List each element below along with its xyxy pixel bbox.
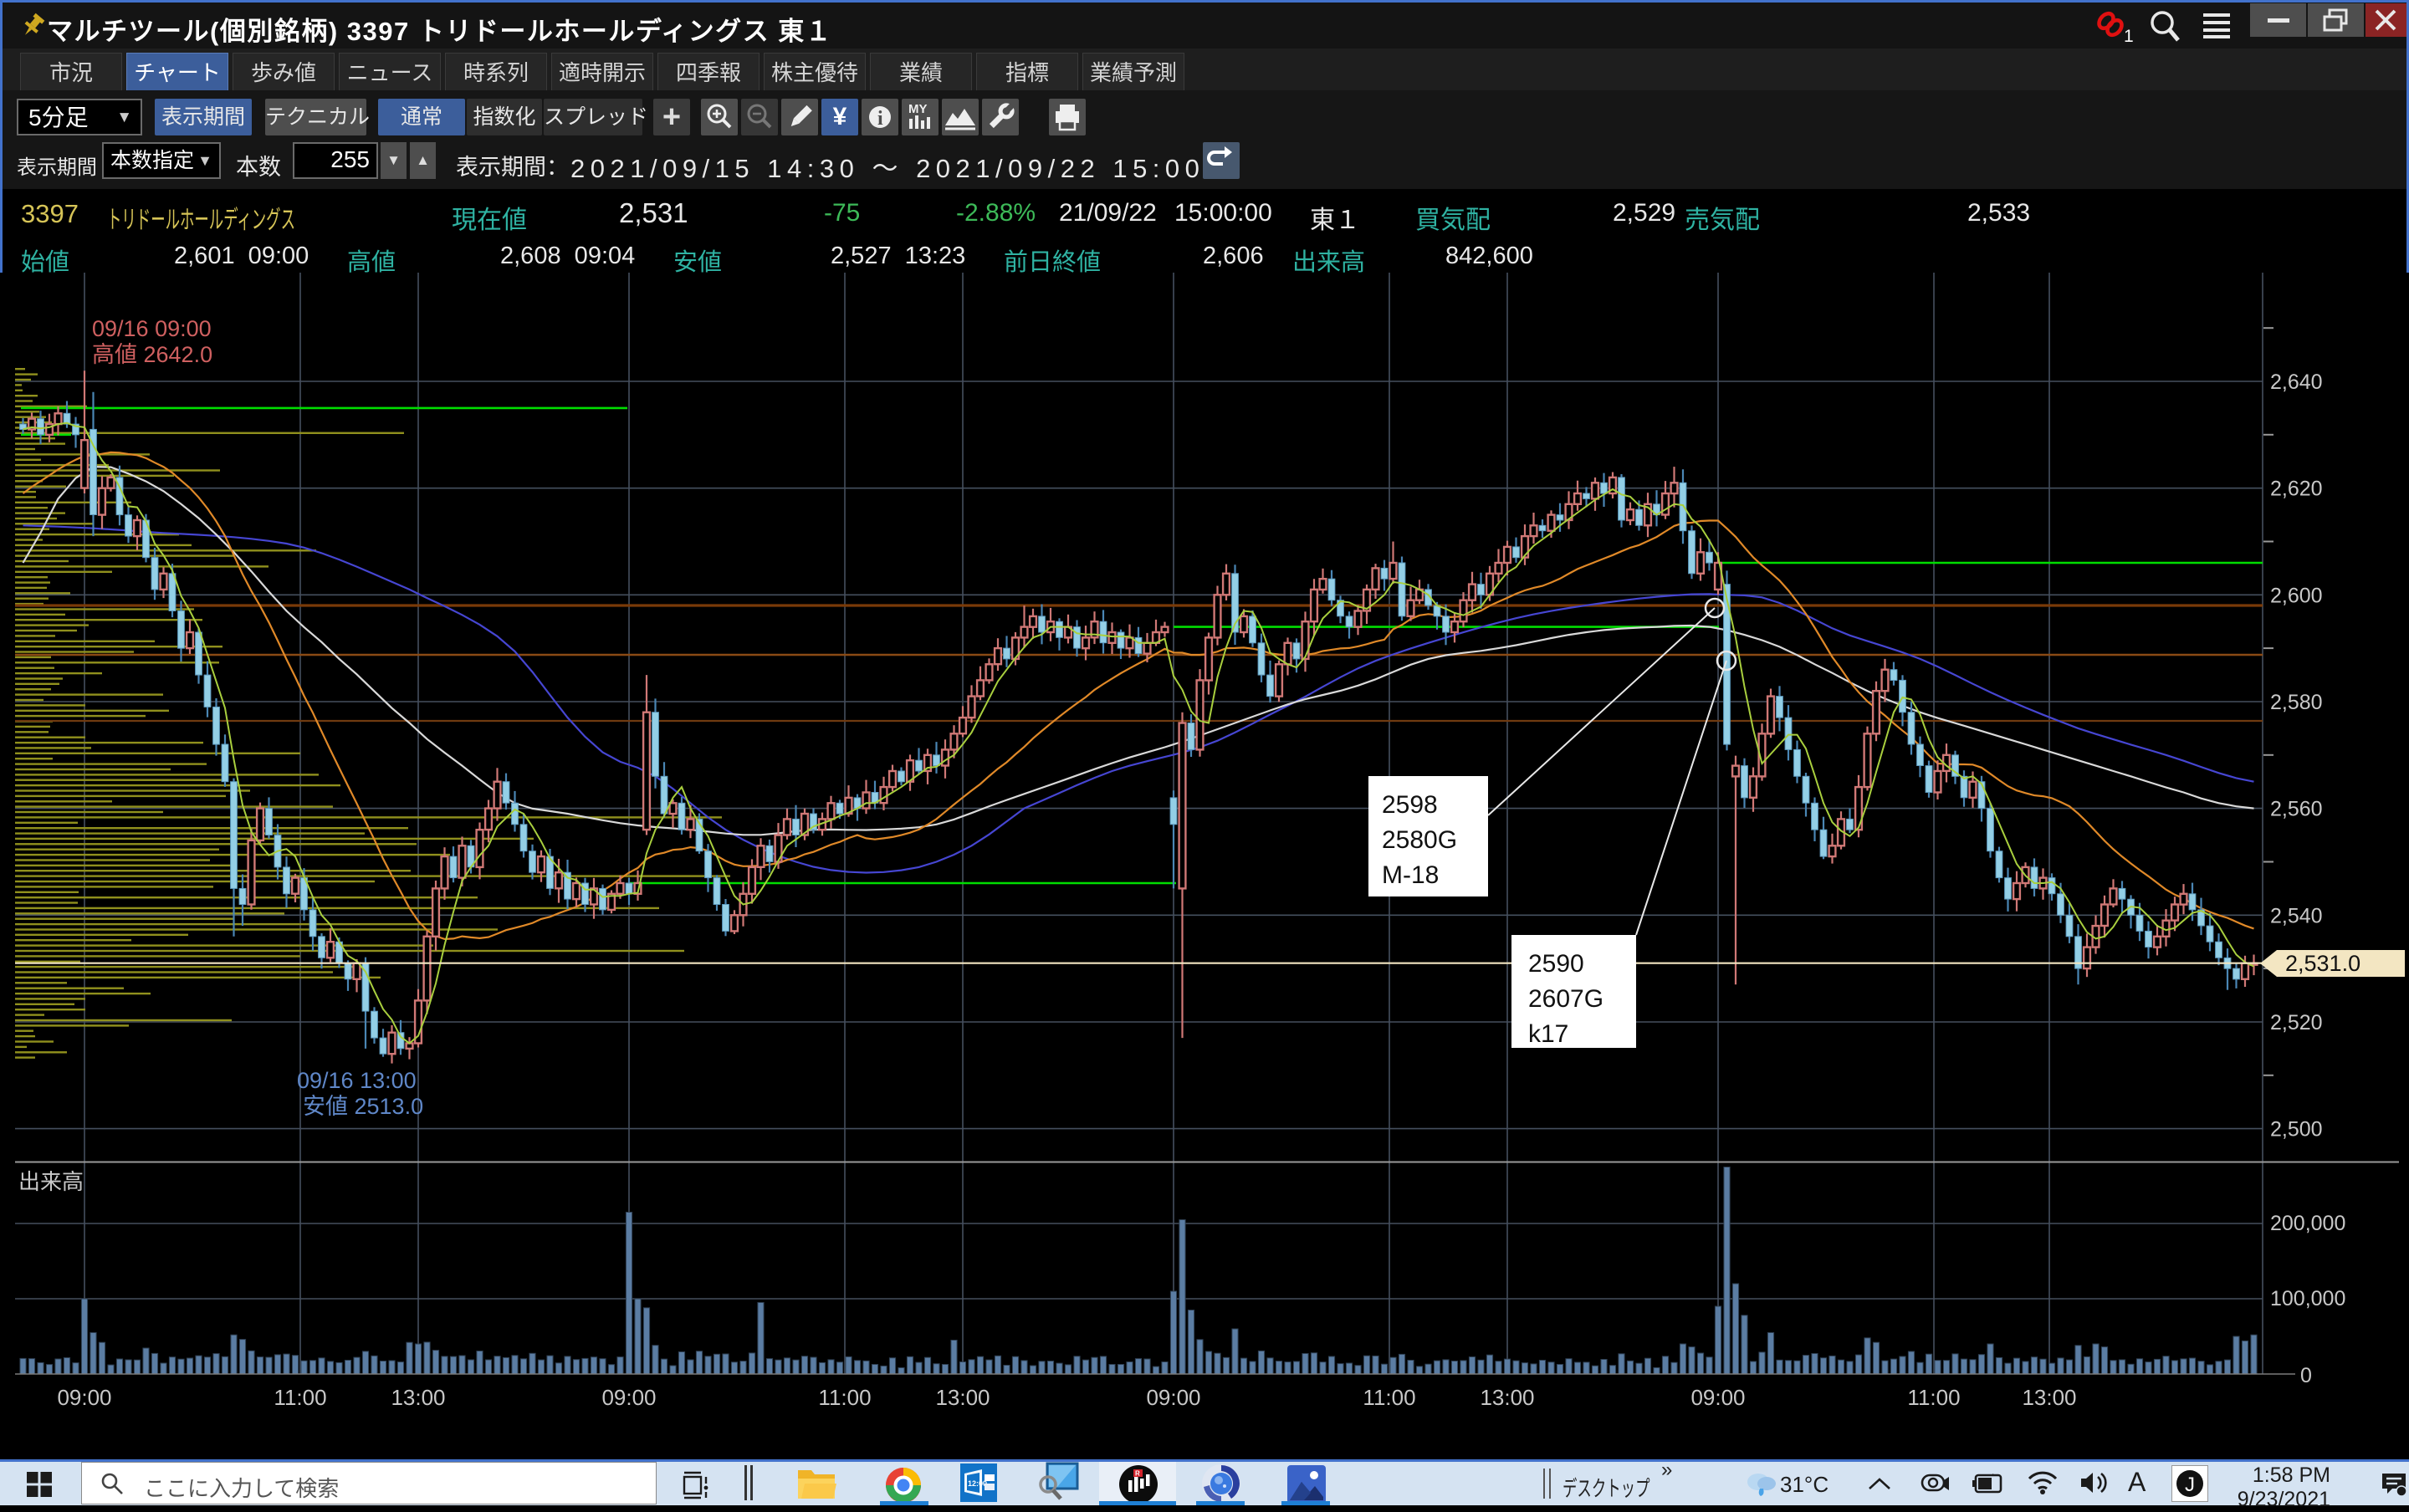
svg-text:11:00: 11:00 [1907,1385,1960,1410]
svg-text:2,620: 2,620 [2270,478,2323,501]
svg-text:11:00: 11:00 [1363,1385,1415,1410]
svg-text:13:00: 13:00 [1480,1385,1534,1410]
svg-text:09:00: 09:00 [601,1385,656,1410]
svg-text:2,580: 2,580 [2270,691,2323,714]
svg-text:M-18: M-18 [1382,861,1439,889]
svg-text:11:00: 11:00 [274,1385,326,1410]
svg-text:2,500: 2,500 [2270,1118,2323,1142]
svg-text:09/16 13:00: 09/16 13:00 [297,1068,417,1093]
svg-text:安値 2513.0: 安値 2513.0 [303,1094,423,1119]
svg-text:2590: 2590 [1528,950,1584,978]
svg-text:k17: k17 [1528,1020,1568,1048]
svg-text:i: i [877,108,883,130]
svg-text:12:00: 12:00 [968,1479,987,1488]
svg-text:2,540: 2,540 [2270,904,2323,927]
svg-text:100,000: 100,000 [2270,1287,2345,1310]
svg-text:09:00: 09:00 [57,1385,111,1410]
svg-text:09/16 09:00: 09/16 09:00 [92,316,212,341]
svg-text:200,000: 200,000 [2270,1212,2345,1235]
svg-text:09:00: 09:00 [1690,1385,1745,1410]
svg-text:1: 1 [2124,27,2134,43]
svg-text:2580G: 2580G [1382,826,1457,854]
svg-text:高値 2642.0: 高値 2642.0 [92,342,212,367]
svg-text:13:00: 13:00 [935,1385,990,1410]
svg-text:11:00: 11:00 [818,1385,871,1410]
svg-text:2,531.0: 2,531.0 [2285,951,2360,976]
svg-text:13:00: 13:00 [391,1385,445,1410]
svg-text:2598: 2598 [1382,791,1438,819]
svg-text:2,600: 2,600 [2270,584,2323,607]
svg-text:2,640: 2,640 [2270,370,2323,394]
svg-text:出来高: 出来高 [18,1169,84,1194]
svg-text:0: 0 [2300,1364,2312,1387]
svg-text:MY: MY [908,102,928,116]
svg-text:R: R [1135,1470,1140,1478]
svg-text:09:00: 09:00 [1146,1385,1200,1410]
svg-text:13:00: 13:00 [2022,1385,2076,1410]
svg-text:2607G: 2607G [1528,985,1603,1013]
svg-text:2,560: 2,560 [2270,798,2323,821]
svg-text:2,520: 2,520 [2270,1011,2323,1034]
